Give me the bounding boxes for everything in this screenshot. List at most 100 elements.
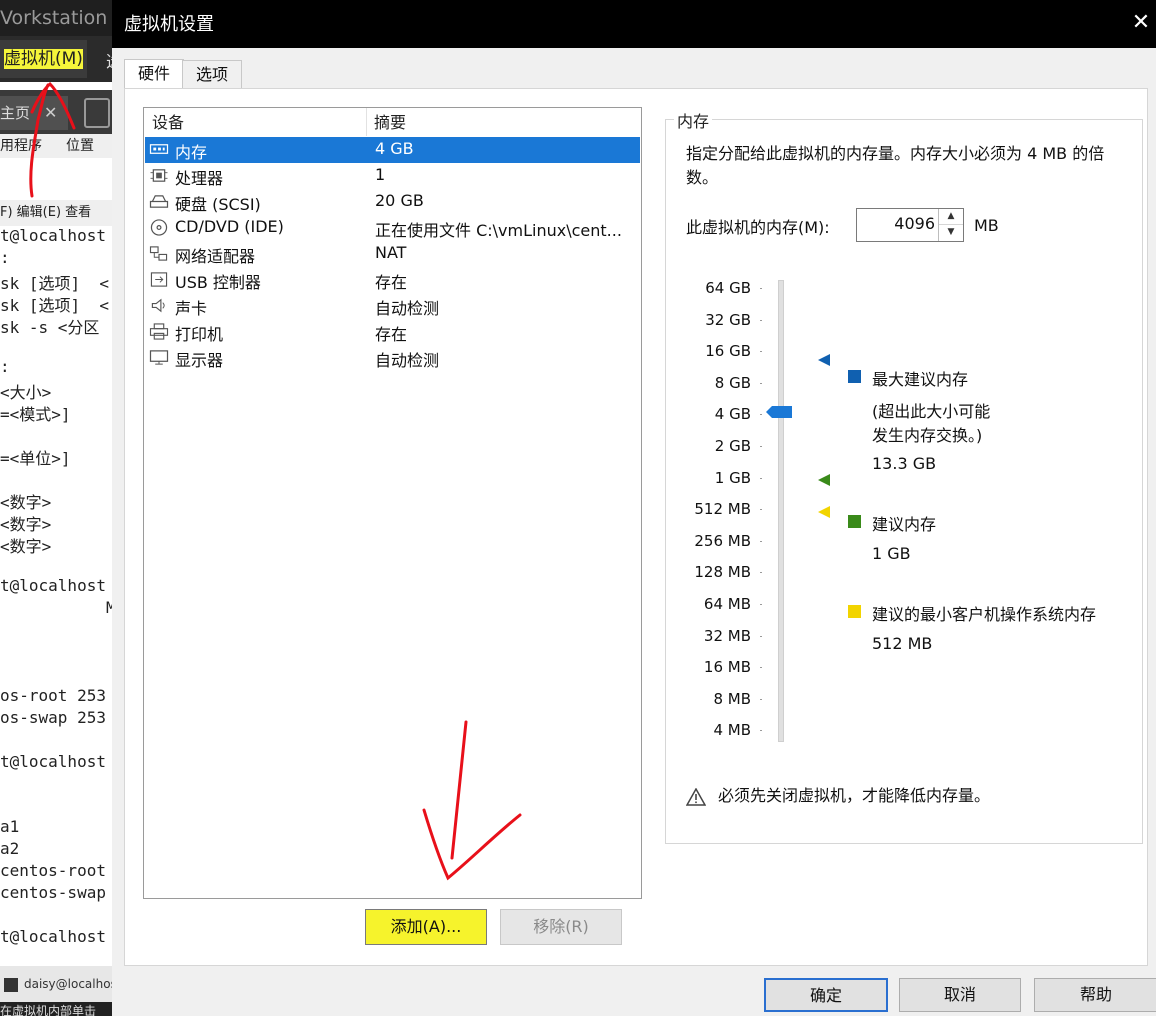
device-row[interactable]: CD/DVD (IDE) 正在使用文件 C:\vmLinux\cent...	[145, 215, 640, 241]
column-device[interactable]: 设备	[152, 108, 184, 138]
memory-warning: 必须先关闭虚拟机，才能降低内存量。	[686, 782, 990, 806]
terminal-line: =<模式>]	[0, 405, 71, 425]
spin-down-icon[interactable]: ▼	[939, 225, 963, 240]
hard-disk-icon	[149, 195, 169, 208]
terminal-line: :	[0, 357, 10, 377]
scale-tick-mark	[760, 635, 762, 637]
memory-description: 指定分配给此虚拟机的内存量。内存大小必须为 4 MB 的倍数。	[686, 144, 1105, 187]
device-name: 处理器	[175, 169, 224, 188]
scale-tick-mark	[760, 446, 762, 447]
remove-button[interactable]: 移除(R)	[500, 909, 622, 945]
menu-vm[interactable]: 虚拟机(M)	[0, 40, 87, 78]
scale-tick-mark	[760, 288, 762, 289]
terminal-line: a2	[0, 839, 20, 859]
max-recommended-title: 最大建议内存	[872, 370, 969, 389]
memory-group-title: 内存	[674, 108, 713, 132]
spin-arrows[interactable]: ▲ ▼	[938, 209, 963, 241]
tab-home-label: 主页	[0, 104, 31, 122]
scale-tick-label: 64 GB	[705, 279, 751, 297]
memory-slider-track[interactable]	[778, 280, 784, 742]
device-row[interactable]: 显示器 自动检测	[145, 345, 640, 371]
scale-tick-label: 16 MB	[703, 658, 751, 677]
terminal-line: <数字>	[0, 514, 52, 534]
scale-tick-label: 32 MB	[703, 626, 751, 645]
vm-tab-icon[interactable]	[84, 98, 110, 128]
column-divider[interactable]	[366, 108, 367, 136]
guest-toolbar: 用程序 位置	[0, 134, 114, 158]
scale-tick-mark	[760, 540, 762, 542]
dialog-title: 虚拟机设置	[124, 14, 214, 35]
terminal-line: os-swap 253	[0, 707, 106, 727]
taskbar-item[interactable]: daisy@localhost	[0, 966, 114, 1002]
terminal-line: t@localhost	[0, 751, 106, 771]
device-name: 声卡	[175, 299, 208, 318]
usb-icon	[150, 272, 168, 287]
ok-button[interactable]: 确定	[764, 978, 888, 1012]
device-row[interactable]: 声卡 自动检测	[145, 293, 640, 319]
printer-icon	[149, 323, 169, 340]
device-name: CD/DVD (IDE)	[175, 217, 284, 236]
device-row[interactable]: 打印机 存在	[145, 319, 640, 345]
device-summary: 自动检测	[375, 351, 440, 370]
terminal-line: 8	[0, 642, 114, 661]
tab-hardware[interactable]: 硬件	[124, 59, 184, 89]
scale-tick-mark	[760, 319, 762, 321]
device-row[interactable]: 网络适配器 NAT	[145, 241, 640, 267]
device-summary: 20 GB	[375, 191, 424, 210]
memory-value[interactable]: 4096	[894, 214, 935, 233]
device-row[interactable]: 处理器 1	[145, 163, 640, 189]
min-guest-swatch	[848, 605, 861, 618]
device-name: USB 控制器	[175, 273, 261, 292]
scale-tick-mark	[760, 414, 762, 416]
terminal-line: t@localhost	[0, 926, 106, 946]
memory-spinbox[interactable]: 4096 ▲ ▼	[856, 208, 964, 242]
max-recommended-note: (超出此大小可能 发生内存交换。)	[872, 402, 991, 445]
device-list[interactable]: 设备 摘要 内存 4 GB 处理器 1 硬盘 (SCSI) 20 GB CD/DVD (ID…	[143, 107, 642, 899]
terminal-line: centos-swap	[0, 883, 106, 902]
menu-vm-label: 虚拟机(M)	[4, 49, 83, 69]
device-row[interactable]: 内存 4 GB	[145, 137, 640, 163]
dialog-titlebar: 虚拟机设置 ✕	[112, 0, 1156, 48]
terminal-line: <大小>	[0, 383, 52, 403]
add-button[interactable]: 添加(A)...	[365, 909, 487, 945]
terminal-menubar[interactable]: F) 编辑(E) 查看	[0, 200, 114, 226]
scale-tick-mark	[760, 572, 762, 574]
scale-tick-label: 32 GB	[705, 310, 751, 329]
max-recommended-marker	[818, 354, 830, 366]
device-summary: 正在使用文件 C:\vmLinux\cent...	[375, 221, 622, 240]
terminal-line: a1	[0, 817, 20, 837]
min-guest-value: 512 MB	[872, 634, 933, 653]
warning-icon	[686, 787, 706, 806]
scale-tick-mark	[760, 604, 762, 605]
toolbar-places[interactable]: 位置	[66, 134, 94, 158]
recommended-swatch	[848, 515, 861, 528]
column-summary[interactable]: 摘要	[374, 108, 406, 138]
scale-tick-mark	[760, 698, 762, 700]
scale-tick-label: 4 GB	[714, 405, 751, 424]
hardware-panel: 设备 摘要 内存 4 GB 处理器 1 硬盘 (SCSI) 20 GB CD/DVD (ID…	[124, 88, 1148, 966]
cancel-button[interactable]: 取消	[899, 978, 1021, 1012]
device-list-header: 设备 摘要	[144, 108, 641, 136]
scale-tick-label: 512 MB	[694, 500, 751, 519]
scale-tick-mark	[760, 509, 762, 511]
device-row[interactable]: USB 控制器 存在	[145, 267, 640, 293]
terminal-line: <数字>	[0, 492, 52, 512]
memory-slider-thumb[interactable]	[766, 406, 792, 418]
device-summary: 存在	[375, 273, 408, 292]
tab-home[interactable]: 主页 ✕	[0, 96, 68, 130]
terminal-line: MA	[0, 598, 114, 618]
toolbar-apps[interactable]: 用程序	[0, 138, 42, 154]
tab-options[interactable]: 选项	[182, 60, 242, 88]
close-icon[interactable]: ✕	[1128, 10, 1154, 36]
terminal-output[interactable]: t@localhost: sk [选项] < sk [选项] < sk -s <分区:…	[0, 226, 114, 966]
terminal-line: 8	[0, 664, 114, 683]
close-icon[interactable]: ✕	[44, 96, 57, 130]
terminal-line: sk [选项] <	[0, 295, 110, 315]
device-name: 显示器	[175, 351, 224, 370]
help-button[interactable]: 帮助	[1034, 978, 1156, 1012]
spin-up-icon[interactable]: ▲	[939, 209, 963, 225]
network-adapter-icon	[149, 246, 168, 261]
scale-tick-label: 256 MB	[694, 531, 751, 550]
device-row[interactable]: 硬盘 (SCSI) 20 GB	[145, 189, 640, 215]
recommended-value: 1 GB	[872, 544, 911, 563]
